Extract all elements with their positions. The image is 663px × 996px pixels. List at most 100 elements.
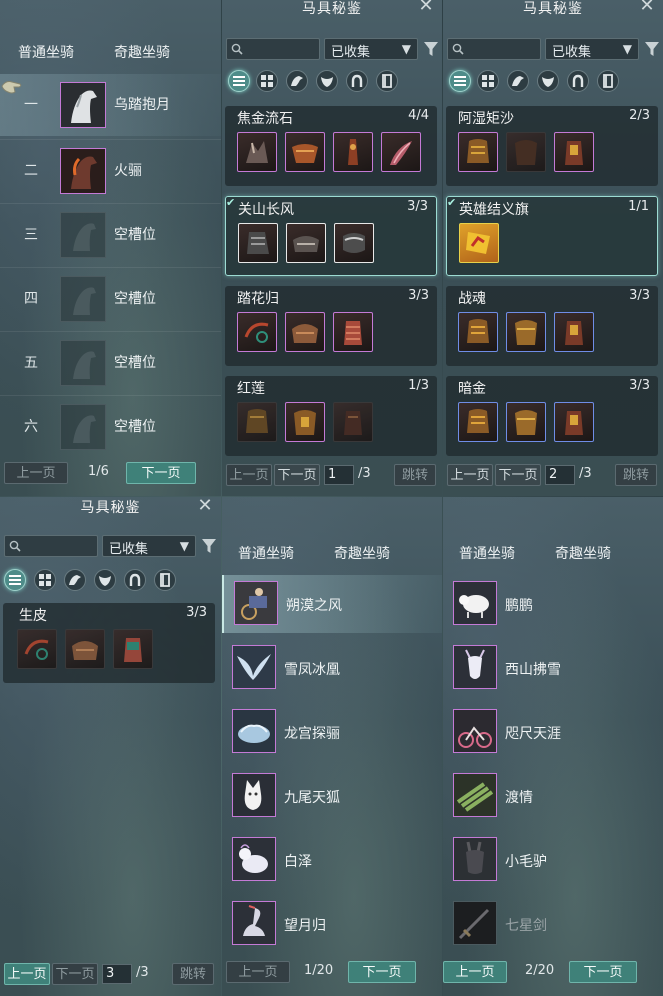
head-armor-icon[interactable] (238, 223, 278, 263)
collection-card[interactable]: 红莲 1/3 (225, 376, 437, 456)
tab-normal-mounts[interactable]: 普通坐骑 (238, 543, 294, 563)
mount-slot-row[interactable]: 六 空槽位 (0, 396, 221, 458)
prev-page-button[interactable]: 上一页 (226, 464, 272, 486)
tab-normal-mounts[interactable]: 普通坐骑 (459, 543, 515, 563)
collection-card-completed[interactable]: 英雄结义旗 1/1 (446, 196, 658, 276)
mount-list-item[interactable]: 白泽 (222, 831, 442, 889)
head-armor-icon[interactable] (458, 132, 498, 172)
next-page-button[interactable]: 下一页 (52, 963, 98, 985)
collected-filter-select[interactable]: 已收集 ▼ (102, 535, 196, 557)
funnel-icon[interactable] (645, 41, 659, 57)
leg-wrap-icon[interactable] (333, 312, 373, 352)
saddle-cloth-icon[interactable] (376, 70, 398, 92)
mount-list-item[interactable]: 龙宫探骊 (222, 703, 442, 761)
mount-slot-row[interactable]: 四 空槽位 (0, 268, 221, 330)
chest-armor-icon[interactable] (285, 402, 325, 442)
collection-card[interactable]: 阿湿矩沙 2/3 (446, 106, 658, 186)
horseshoe-icon[interactable] (346, 70, 368, 92)
next-page-button[interactable]: 下一页 (569, 961, 637, 983)
leg-wrap-icon[interactable] (113, 629, 153, 669)
prev-page-button[interactable]: 上一页 (447, 464, 493, 486)
chest-armor-icon[interactable] (537, 70, 559, 92)
collected-filter-select[interactable]: 已收集 ▼ (324, 38, 418, 60)
tab-normal-mounts[interactable]: 普通坐骑 (18, 42, 74, 62)
bridle-icon[interactable] (17, 629, 57, 669)
mount-list-item[interactable]: 小毛驴 (443, 831, 663, 889)
chest-armor-icon[interactable] (316, 70, 338, 92)
collection-card[interactable]: 踏花归 3/3 (225, 286, 437, 366)
funnel-icon[interactable] (202, 538, 216, 554)
head-armor-icon[interactable] (458, 402, 498, 442)
grid-category-icon[interactable] (34, 569, 56, 591)
leg-armor-icon[interactable] (333, 132, 373, 172)
tail-ornament-icon[interactable] (381, 132, 421, 172)
collection-card[interactable]: 生皮 3/3 (3, 603, 215, 683)
prev-page-button[interactable]: 上一页 (4, 462, 68, 484)
leg-armor-icon[interactable] (554, 132, 594, 172)
jump-button[interactable]: 跳转 (172, 963, 214, 985)
head-armor-icon[interactable] (458, 312, 498, 352)
head-armor-icon[interactable] (237, 132, 277, 172)
bridle-icon[interactable] (237, 312, 277, 352)
mount-list-item[interactable]: 朔漠之风 (222, 575, 442, 633)
leg-armor-icon[interactable] (333, 402, 373, 442)
next-page-button[interactable]: 下一页 (348, 961, 416, 983)
search-input[interactable] (4, 535, 98, 557)
tab-fun-mounts[interactable]: 奇趣坐骑 (334, 543, 390, 563)
next-page-button[interactable]: 下一页 (495, 464, 541, 486)
chest-armor-icon[interactable] (506, 312, 546, 352)
chest-armor-icon[interactable] (506, 132, 546, 172)
mount-list-item[interactable]: 九尾天狐 (222, 767, 442, 825)
grid-category-icon[interactable] (256, 70, 278, 92)
chest-armor-icon[interactable] (506, 402, 546, 442)
mount-slot-row[interactable]: 三 空槽位 (0, 204, 221, 266)
collection-card[interactable]: 焦金流石 4/4 (225, 106, 437, 186)
saddle-icon[interactable] (285, 312, 325, 352)
mount-slot-row[interactable]: 一 乌踏抱月 (0, 74, 221, 136)
horseshoe-icon[interactable] (124, 569, 146, 591)
search-input[interactable] (226, 38, 320, 60)
close-icon[interactable] (197, 497, 213, 515)
saddle-icon[interactable] (286, 223, 326, 263)
jump-button[interactable]: 跳转 (394, 464, 436, 486)
close-icon[interactable] (639, 0, 655, 15)
mount-slot-row[interactable]: 二 火骊 (0, 140, 221, 202)
chest-armor-icon[interactable] (94, 569, 116, 591)
next-page-button[interactable]: 下一页 (126, 462, 196, 484)
page-number-input[interactable]: 3 (102, 964, 132, 984)
collection-card[interactable]: 战魂 3/3 (446, 286, 658, 366)
tab-fun-mounts[interactable]: 奇趣坐骑 (114, 42, 170, 62)
mount-list-item[interactable]: 望月归 (222, 895, 442, 953)
head-armor-icon[interactable] (64, 569, 86, 591)
stirrup-icon[interactable] (334, 223, 374, 263)
grid-category-icon[interactable] (477, 70, 499, 92)
mount-slot-row[interactable]: 五 空槽位 (0, 332, 221, 394)
saddle-icon[interactable] (65, 629, 105, 669)
page-number-input[interactable]: 1 (324, 465, 354, 485)
mount-list-item[interactable]: 咫尺天涯 (443, 703, 663, 761)
list-all-icon[interactable] (228, 70, 250, 92)
head-armor-icon[interactable] (286, 70, 308, 92)
collected-filter-select[interactable]: 已收集 ▼ (545, 38, 639, 60)
mount-list-item[interactable]: 七星剑 (443, 895, 663, 953)
close-icon[interactable] (418, 0, 434, 15)
page-number-input[interactable]: 2 (545, 465, 575, 485)
funnel-icon[interactable] (424, 41, 438, 57)
leg-armor-icon[interactable] (554, 312, 594, 352)
saddle-cloth-icon[interactable] (597, 70, 619, 92)
saddle-cloth-icon[interactable] (154, 569, 176, 591)
horseshoe-icon[interactable] (567, 70, 589, 92)
mount-list-item[interactable]: 雪凤冰凰 (222, 639, 442, 697)
mount-list-item[interactable]: 渡情 (443, 767, 663, 825)
collection-card[interactable]: 暗金 3/3 (446, 376, 658, 456)
prev-page-button[interactable]: 上一页 (4, 963, 50, 985)
list-all-icon[interactable] (4, 569, 26, 591)
tab-fun-mounts[interactable]: 奇趣坐骑 (555, 543, 611, 563)
leg-armor-icon[interactable] (554, 402, 594, 442)
head-armor-icon[interactable] (237, 402, 277, 442)
mount-list-item[interactable]: 西山拂雪 (443, 639, 663, 697)
jump-button[interactable]: 跳转 (615, 464, 657, 486)
next-page-button[interactable]: 下一页 (274, 464, 320, 486)
banner-flag-icon[interactable] (459, 223, 499, 263)
list-all-icon[interactable] (449, 70, 471, 92)
